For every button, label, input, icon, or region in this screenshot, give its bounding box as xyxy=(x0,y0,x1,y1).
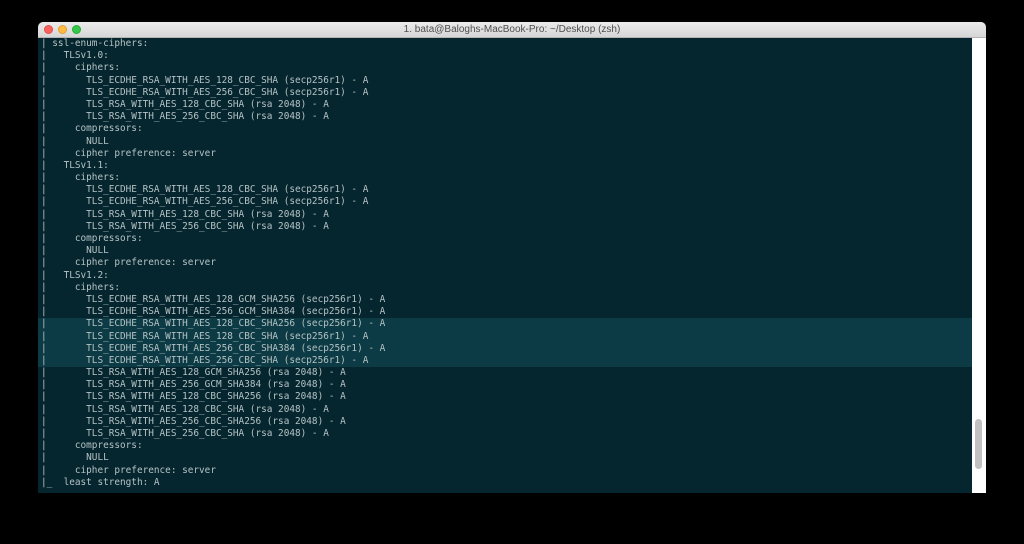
terminal-line: | NULL xyxy=(41,245,109,257)
terminal-line: | TLS_RSA_WITH_AES_128_CBC_SHA (rsa 2048… xyxy=(41,208,329,220)
terminal-line: | TLS_RSA_WITH_AES_256_GCM_SHA384 (rsa 2… xyxy=(41,379,346,391)
terminal-line: | TLS_ECDHE_RSA_WITH_AES_256_CBC_SHA (se… xyxy=(38,354,972,368)
terminal-line: | TLS_RSA_WITH_AES_256_CBC_SHA (rsa 2048… xyxy=(41,428,329,439)
terminal-line: | compressors: xyxy=(41,123,143,135)
terminal-line: | TLS_ECDHE_RSA_WITH_AES_128_CBC_SHA (se… xyxy=(41,184,369,196)
terminal-line: | TLSv1.1: xyxy=(41,159,109,171)
terminal-line: | TLS_ECDHE_RSA_WITH_AES_128_CBC_SHA (se… xyxy=(41,74,369,86)
terminal-window: 1. bata@Baloghs-MacBook-Pro: ~/Desktop (… xyxy=(38,22,986,493)
terminal-line: | TLS_RSA_WITH_AES_256_CBC_SHA256 (rsa 2… xyxy=(41,415,346,427)
terminal-line: | TLS_RSA_WITH_AES_128_CBC_SHA256 (rsa 2… xyxy=(41,391,346,403)
terminal-line: | cipher preference: server xyxy=(41,257,216,269)
terminal-line: | TLSv1.2: xyxy=(41,269,109,281)
terminal-line: | TLS_ECDHE_RSA_WITH_AES_128_GCM_SHA256 … xyxy=(41,293,386,305)
terminal-line: | ciphers: xyxy=(41,62,121,74)
terminal-line: | TLS_RSA_WITH_AES_128_CBC_SHA (rsa 2048… xyxy=(41,98,329,110)
terminal-line: | TLS_ECDHE_RSA_WITH_AES_256_CBC_SHA (se… xyxy=(41,86,369,98)
window-title: 1. bata@Baloghs-MacBook-Pro: ~/Desktop (… xyxy=(403,24,621,35)
terminal-line: | NULL xyxy=(41,135,109,147)
terminal-line: | cipher preference: server xyxy=(41,147,216,159)
terminal-line: | cipher preference: server xyxy=(41,464,216,476)
terminal-line: | TLS_ECDHE_RSA_WITH_AES_256_GCM_SHA384 … xyxy=(41,306,386,318)
terminal-line: | TLS_ECDHE_RSA_WITH_AES_256_CBC_SHA (se… xyxy=(41,196,369,208)
terminal-line: | ciphers: xyxy=(41,281,121,293)
terminal-line: | TLS_ECDHE_RSA_WITH_AES_128_CBC_SHA (se… xyxy=(38,330,972,343)
terminal-line: | TLS_RSA_WITH_AES_128_CBC_SHA (rsa 2048… xyxy=(41,403,329,415)
terminal-line: | TLS_RSA_WITH_AES_256_CBC_SHA (rsa 2048… xyxy=(41,220,329,232)
terminal-line: | compressors: xyxy=(41,233,143,244)
terminal-line: | compressors: xyxy=(41,440,143,452)
terminal-line: | TLSv1.0: xyxy=(41,50,109,62)
terminal-line: | NULL xyxy=(41,452,109,464)
terminal-line: | ssl-enum-ciphers: xyxy=(41,38,149,49)
terminal-line: | TLS_RSA_WITH_AES_128_GCM_SHA256 (rsa 2… xyxy=(41,367,346,379)
terminal-output[interactable]: | ssl-enum-ciphers: | TLSv1.0: | ciphers: |… xyxy=(38,38,972,493)
scrollbar-thumb[interactable] xyxy=(975,419,982,469)
terminal-line: | TLS_ECDHE_RSA_WITH_AES_128_CBC_SHA256 … xyxy=(38,318,972,331)
terminal-line: | TLS_ECDHE_RSA_WITH_AES_256_CBC_SHA384 … xyxy=(38,342,972,355)
terminal-line: |_ least strength: A xyxy=(41,476,160,488)
title-bar[interactable]: 1. bata@Baloghs-MacBook-Pro: ~/Desktop (… xyxy=(38,22,986,38)
terminal-line: | ciphers: xyxy=(41,172,121,184)
terminal-line: | TLS_RSA_WITH_AES_256_CBC_SHA (rsa 2048… xyxy=(41,111,329,123)
scrollbar[interactable] xyxy=(972,38,986,493)
